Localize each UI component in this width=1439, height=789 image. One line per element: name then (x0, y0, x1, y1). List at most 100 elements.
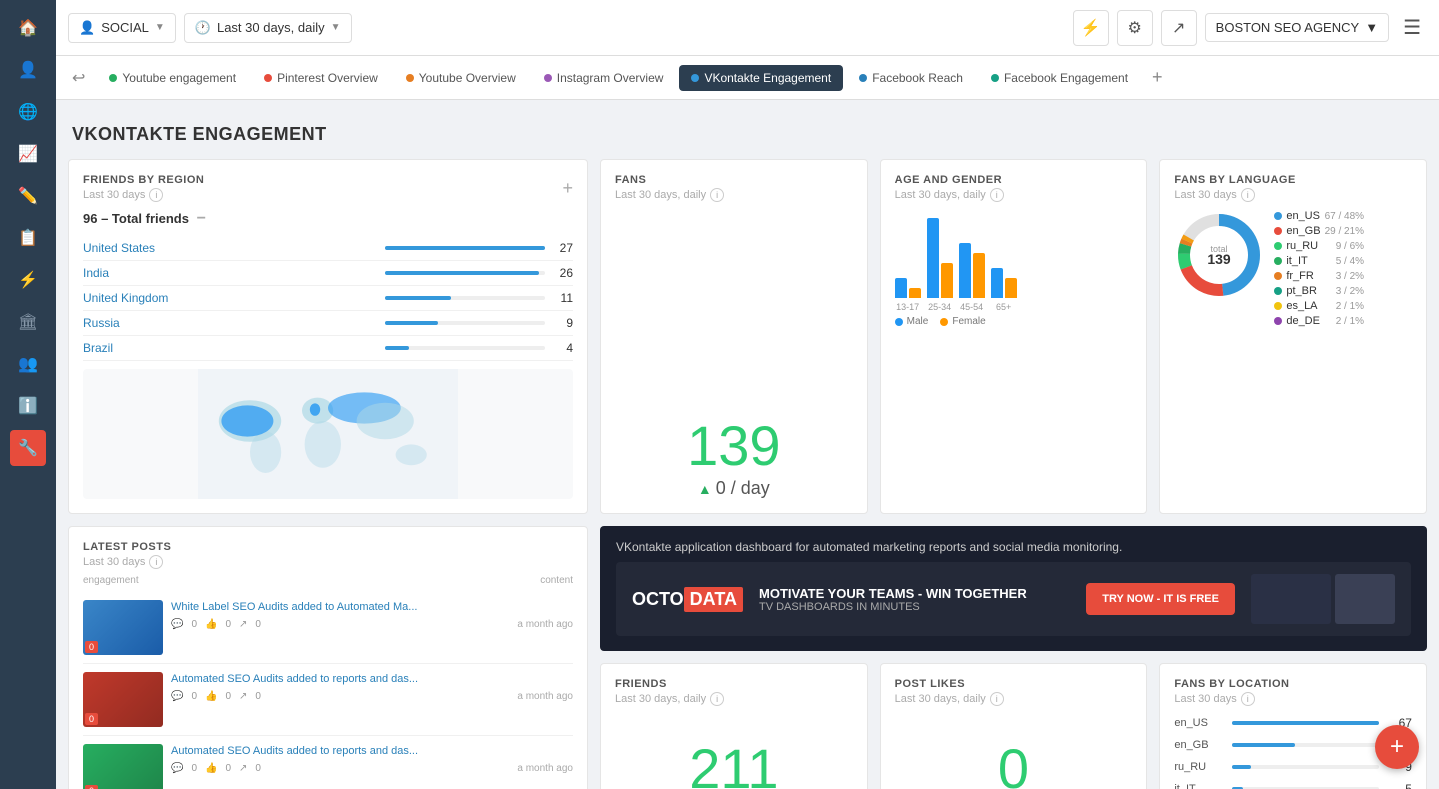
lang-vals: 3 / 2% (1336, 286, 1364, 297)
fab-add-button[interactable]: + (1375, 725, 1419, 769)
post-time-1: a month ago (517, 619, 573, 630)
bar-female (941, 263, 953, 298)
region-name[interactable]: India (83, 266, 377, 280)
post-likes-subtitle: Last 30 days, daily i (895, 692, 1133, 706)
lang-vals: 3 / 2% (1336, 271, 1364, 282)
latest-posts-subtitle: Last 30 days i (83, 555, 573, 569)
latest-posts-info-icon[interactable]: i (149, 555, 163, 569)
loc-name: en_US (1174, 717, 1224, 729)
sidebar-icon-globe[interactable]: 🌐 (10, 94, 46, 130)
date-range-selector[interactable]: 🕐 Last 30 days, daily ▼ (184, 13, 352, 43)
tab-dot (691, 74, 699, 82)
octo-data-text: DATA (684, 587, 743, 612)
lang-name: es_LA (1286, 300, 1331, 312)
post-likes-info-icon[interactable]: i (990, 692, 1004, 706)
region-bar-wrap (385, 246, 545, 250)
bar-group-1317: 13-17 (895, 278, 921, 312)
date-range-label: Last 30 days, daily (217, 20, 325, 35)
loc-item-itit: it_IT 5 (1174, 782, 1412, 789)
region-name[interactable]: Russia (83, 316, 377, 330)
sidebar-icon-lightning[interactable]: ⚡ (10, 262, 46, 298)
post-likes: 0 (225, 619, 231, 630)
tab-vkontakte[interactable]: VKontakte Engagement (679, 65, 843, 91)
tab-facebook-engagement[interactable]: Facebook Engagement (979, 65, 1140, 91)
region-bar-wrap (385, 296, 545, 300)
legend-label-female: Female (952, 316, 985, 327)
region-name[interactable]: United Kingdom (83, 291, 377, 305)
loc-bar (1232, 765, 1251, 769)
post-comments: 0 (191, 691, 197, 702)
bar-male (895, 278, 907, 298)
friends-region-expand-icon[interactable]: + (562, 178, 573, 199)
region-item: United Kingdom 11 (83, 286, 573, 311)
friends-stat-info-icon[interactable]: i (710, 692, 724, 706)
post-share-icon: ↗ (239, 691, 247, 702)
loc-count: 5 (1387, 782, 1412, 789)
post-item-2: 0 Automated SEO Audits added to reports … (83, 664, 573, 736)
region-bar (385, 246, 545, 250)
tab-youtube-engagement[interactable]: Youtube engagement (97, 65, 248, 91)
friends-region-info-icon[interactable]: i (149, 188, 163, 202)
topbar: 👤 SOCIAL ▼ 🕐 Last 30 days, daily ▼ ⚡ ⚙ ↗… (56, 0, 1439, 56)
sidebar-icon-list[interactable]: 📋 (10, 220, 46, 256)
screenshot-box-2 (1335, 574, 1395, 624)
sidebar-icon-home[interactable]: 🏠 (10, 10, 46, 46)
hamburger-icon[interactable]: ☰ (1397, 9, 1427, 46)
post-comment-icon: 💬 (171, 691, 183, 702)
fans-location-info-icon[interactable]: i (1241, 692, 1255, 706)
region-name[interactable]: Brazil (83, 341, 377, 355)
fans-info-icon[interactable]: i (710, 188, 724, 202)
loc-item-ruru: ru_RU 9 (1174, 760, 1412, 774)
share-btn[interactable]: ↗ (1161, 10, 1197, 46)
post-share-icon: ↗ (239, 619, 247, 630)
sidebar-icon-info[interactable]: ℹ️ (10, 388, 46, 424)
flash-btn[interactable]: ⚡ (1073, 10, 1109, 46)
lang-list: en_US 67 / 48% en_GB 29 / 21% ru_RU 9 / … (1274, 210, 1364, 330)
sidebar-icon-edit[interactable]: ✏️ (10, 178, 46, 214)
settings-btn[interactable]: ⚙ (1117, 10, 1153, 46)
sidebar-icon-people[interactable]: 👤 (10, 52, 46, 88)
promo-tagline1: MOTIVATE YOUR TEAMS - WIN TOGETHER (759, 586, 1070, 601)
region-count: 26 (553, 266, 573, 280)
tab-facebook-reach[interactable]: Facebook Reach (847, 65, 975, 91)
agency-label: BOSTON SEO AGENCY (1216, 20, 1360, 35)
tab-instagram[interactable]: Instagram Overview (532, 65, 676, 91)
post-likes: 0 (225, 691, 231, 702)
post-item-1: 0 White Label SEO Audits added to Automa… (83, 592, 573, 664)
page-title: VKONTAKTE ENGAGEMENT (68, 112, 1427, 159)
region-list: United States 27 India 26 (83, 236, 573, 361)
region-count: 11 (553, 291, 573, 305)
donut-row: total 139 en_US 67 / 48% en_GB (1174, 210, 1412, 330)
tab-pinterest[interactable]: Pinterest Overview (252, 65, 390, 91)
post-title-2[interactable]: Automated SEO Audits added to reports an… (171, 672, 418, 687)
tab-back-icon[interactable]: ↩ (64, 64, 93, 92)
region-name[interactable]: United States (83, 241, 377, 255)
post-stats-row: 💬 0 👍 0 ↗ 0 a month ago (171, 687, 573, 702)
fans-language-info-icon[interactable]: i (1241, 188, 1255, 202)
lang-name: en_US (1286, 210, 1320, 222)
social-selector[interactable]: 👤 SOCIAL ▼ (68, 13, 176, 43)
loc-bar-wrap (1232, 743, 1379, 747)
post-title-1[interactable]: White Label SEO Audits added to Automate… (171, 600, 417, 615)
bar-male (959, 243, 971, 298)
post-share-icon: ↗ (239, 763, 247, 774)
tab-add-btn[interactable]: + (1144, 63, 1171, 92)
promo-inner: OCTO DATA MOTIVATE YOUR TEAMS - WIN TOGE… (616, 562, 1411, 636)
sidebar-icon-building[interactable]: 🏛 (10, 304, 46, 340)
sidebar-icon-user2[interactable]: 👥 (10, 346, 46, 382)
tab-youtube-overview[interactable]: Youtube Overview (394, 65, 528, 91)
tab-dot (859, 74, 867, 82)
agency-selector[interactable]: BOSTON SEO AGENCY ▼ (1205, 13, 1389, 42)
fans-delta: ▲ 0 / day (615, 478, 853, 499)
tab-label: Instagram Overview (557, 71, 664, 85)
age-gender-info-icon[interactable]: i (990, 188, 1004, 202)
sidebar-icon-bug[interactable]: 🔧 (10, 430, 46, 466)
sidebar-icon-analytics[interactable]: 📈 (10, 136, 46, 172)
post-likes-title: POST LIKES (895, 678, 1133, 690)
post-comment-icon: 💬 (171, 619, 183, 630)
region-bar (385, 296, 451, 300)
lang-item-frfr: fr_FR 3 / 2% (1274, 270, 1364, 282)
post-title-3[interactable]: Automated SEO Audits added to reports an… (171, 744, 418, 759)
total-friends-collapse-icon[interactable]: − (197, 210, 206, 227)
try-now-button[interactable]: TRY NOW - IT IS FREE (1086, 583, 1235, 615)
